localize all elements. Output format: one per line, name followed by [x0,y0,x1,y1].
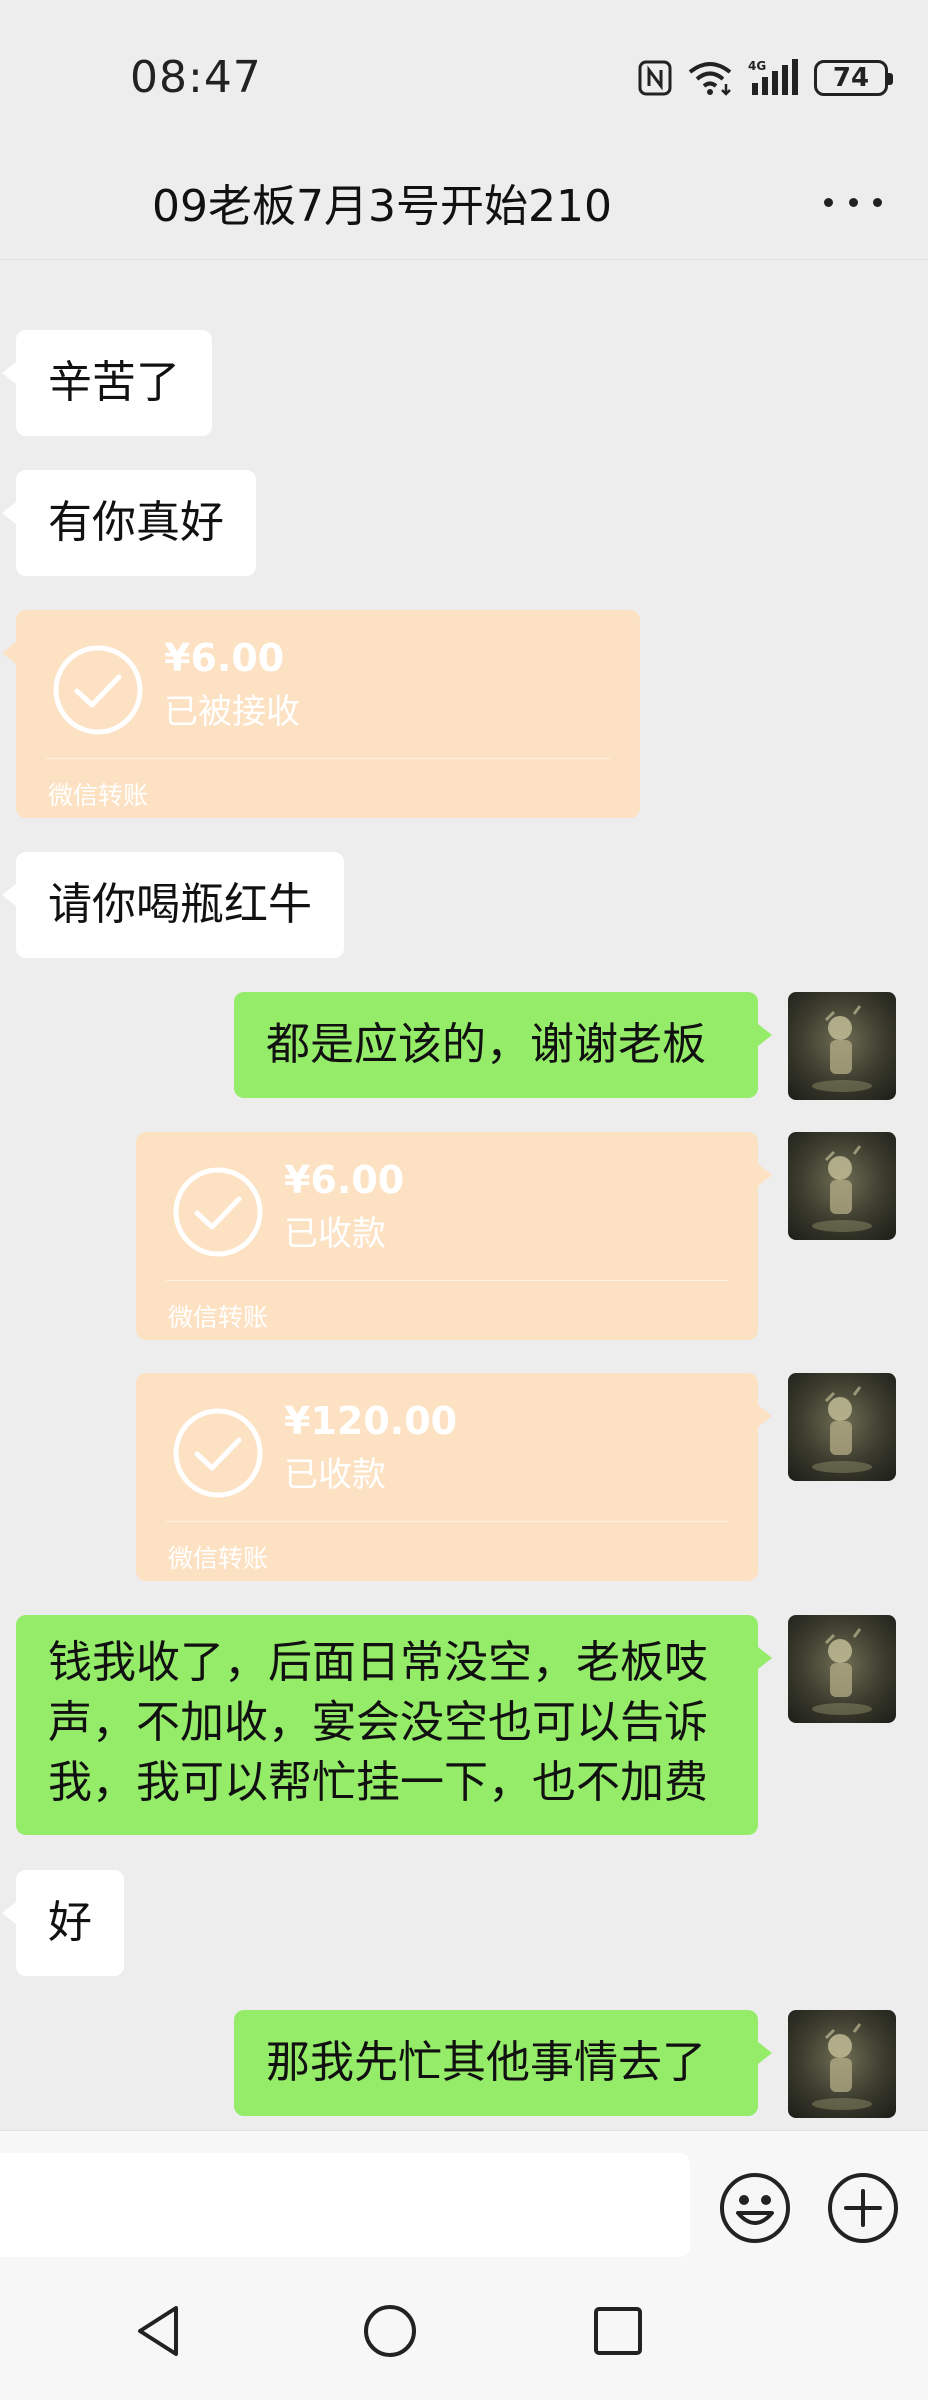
message-text: 好 [48,1897,92,1948]
transfer-status: 已被接收 [164,692,300,732]
transfer-card[interactable]: ¥6.00 已被接收 微信转账 [2,610,640,818]
signal-icon: 4G [748,59,798,95]
emoji-icon[interactable] [718,2171,792,2245]
status-time: 08:47 [130,52,262,103]
network-label: 4G [748,59,766,73]
input-bar [0,2130,928,2270]
incoming-message[interactable]: 辛苦了 [2,330,212,436]
avatar[interactable] [788,2010,896,2118]
message-text-line: 我，我可以帮忙挂一下，也不加费 [48,1757,708,1808]
outgoing-message[interactable]: 钱我收了，后面日常没空，老板吱 声，不加收，宴会没空也可以告诉 我，我可以帮忙挂… [16,1615,772,1835]
transfer-divider [46,758,610,759]
avatar[interactable] [788,1615,896,1723]
chat-screen: 08:47 4G 74 09老板7月3号开始210 辛苦了 有你真好 ¥6.00… [0,0,928,2400]
avatar[interactable] [788,992,896,1100]
chat-header: 09老板7月3号开始210 [0,150,928,260]
message-text-line: 钱我收了，后面日常没空，老板吱 [48,1637,708,1688]
message-text: 有你真好 [48,497,224,548]
message-text-line: 声，不加收，宴会没空也可以告诉 [48,1697,708,1748]
outgoing-message[interactable]: 都是应该的，谢谢老板 [234,992,772,1098]
transfer-amount: ¥120.00 [284,1399,458,1443]
avatar-image [812,2023,872,2110]
check-circle-icon [173,1167,263,1257]
nav-recent-icon[interactable] [588,2300,648,2362]
avatar-image [812,1005,872,1092]
transfer-footer: 微信转账 [48,781,149,810]
wifi-icon [688,62,732,96]
transfer-status: 已收款 [284,1214,386,1254]
message-text: 辛苦了 [48,357,180,408]
status-icons: 4G 74 [638,56,893,100]
message-text: 都是应该的，谢谢老板 [266,1019,706,1070]
nav-home-icon[interactable] [360,2300,420,2362]
battery-level: 74 [832,63,870,93]
check-circle-icon [53,645,143,735]
message-text: 那我先忙其他事情去了 [266,2037,706,2088]
transfer-footer: 微信转账 [168,1544,269,1573]
avatar-image [812,1145,872,1232]
transfer-card[interactable]: ¥120.00 已收款 微信转账 [136,1373,772,1581]
transfer-amount: ¥6.00 [284,1158,405,1202]
incoming-message[interactable]: 有你真好 [2,470,256,576]
outgoing-message[interactable]: 那我先忙其他事情去了 [234,2010,772,2116]
incoming-message[interactable]: 好 [2,1870,124,1976]
system-nav-bar [0,2270,928,2400]
more-button[interactable] [818,174,888,230]
transfer-status: 已收款 [284,1455,386,1495]
incoming-message[interactable]: 请你喝瓶红牛 [2,852,344,958]
avatar[interactable] [788,1132,896,1240]
status-bar: 08:47 4G 74 [0,0,928,150]
transfer-card[interactable]: ¥6.00 已收款 微信转账 [136,1132,772,1340]
check-circle-icon [173,1408,263,1498]
chat-title: 09老板7月3号开始210 [152,181,612,232]
more-icon [824,197,833,207]
transfer-footer: 微信转账 [168,1303,269,1332]
transfer-amount: ¥6.00 [164,636,285,680]
message-text: 请你喝瓶红牛 [48,879,312,930]
nfc-icon [638,60,672,96]
avatar-image [812,1628,872,1715]
nav-back-icon[interactable] [130,2300,190,2362]
transfer-divider [166,1280,728,1281]
transfer-divider [166,1521,728,1522]
plus-circle-icon[interactable] [826,2171,900,2245]
avatar-image [812,1386,872,1473]
avatar[interactable] [788,1373,896,1481]
battery-icon: 74 [814,60,893,96]
message-input[interactable] [0,2153,690,2257]
